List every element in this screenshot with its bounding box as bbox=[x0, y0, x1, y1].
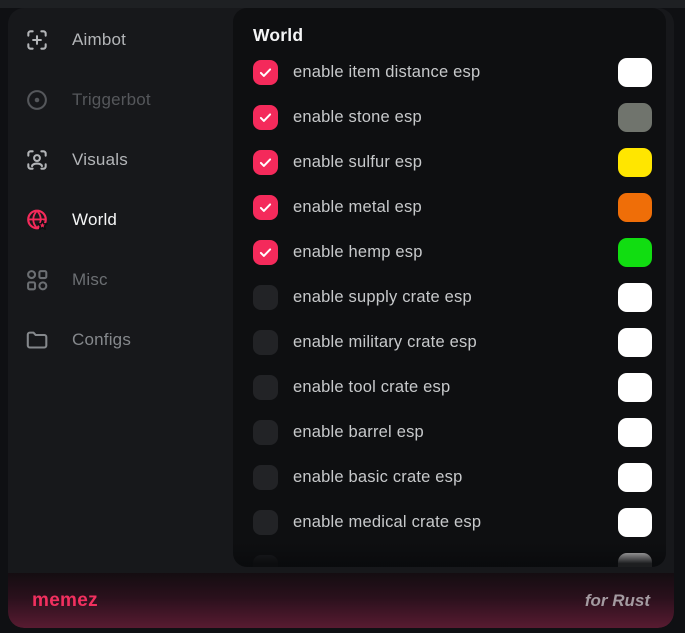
footer-bar: memez for Rust bbox=[8, 573, 674, 628]
sidebar-item-aimbot[interactable]: Aimbot bbox=[8, 10, 233, 70]
esp-label: enable medical crate esp bbox=[293, 513, 618, 532]
esp-checkbox[interactable] bbox=[253, 285, 278, 310]
esp-row: enable medical crate esp bbox=[253, 500, 652, 545]
esp-row: enable military crate esp bbox=[253, 320, 652, 365]
esp-checkbox[interactable] bbox=[253, 510, 278, 535]
esp-checkbox[interactable] bbox=[253, 60, 278, 85]
sidebar-item-world[interactable]: World bbox=[8, 190, 233, 250]
esp-checkbox[interactable] bbox=[253, 195, 278, 220]
esp-label: enable metal esp bbox=[293, 198, 618, 217]
misc-shapes-icon bbox=[24, 267, 50, 293]
color-swatch[interactable] bbox=[618, 508, 652, 537]
esp-label: enable stone esp bbox=[293, 108, 618, 127]
esp-row: enable hemp esp bbox=[253, 230, 652, 275]
screen-top-edge bbox=[0, 0, 685, 8]
sidebar-item-label: Aimbot bbox=[72, 30, 126, 50]
world-panel: World enable item distance esp enable sto… bbox=[233, 8, 666, 567]
esp-row: enable item distance esp bbox=[253, 50, 652, 95]
esp-row: enable sulfur esp bbox=[253, 140, 652, 185]
esp-checkbox[interactable] bbox=[253, 420, 278, 445]
esp-label: enable item distance esp bbox=[293, 63, 618, 82]
content-row: AimbotTriggerbotVisualsWorldMiscConfigs … bbox=[8, 8, 674, 567]
esp-label: enable hemp esp bbox=[293, 243, 618, 262]
esp-row: enable basic crate esp bbox=[253, 455, 652, 500]
color-swatch[interactable] bbox=[618, 103, 652, 132]
esp-label: enable tool crate esp bbox=[293, 378, 618, 397]
color-swatch[interactable] bbox=[618, 193, 652, 222]
esp-checkbox[interactable] bbox=[253, 330, 278, 355]
esp-row-list: enable item distance esp enable stone esp… bbox=[253, 50, 652, 567]
esp-row-partial bbox=[253, 545, 652, 567]
color-swatch[interactable] bbox=[618, 418, 652, 447]
color-swatch[interactable] bbox=[618, 463, 652, 492]
esp-checkbox[interactable] bbox=[253, 465, 278, 490]
color-swatch[interactable] bbox=[618, 58, 652, 87]
brand-name: memez bbox=[32, 590, 98, 612]
esp-checkbox[interactable] bbox=[253, 240, 278, 265]
esp-checkbox[interactable] bbox=[253, 150, 278, 175]
sidebar-item-visuals[interactable]: Visuals bbox=[8, 130, 233, 190]
esp-row: enable tool crate esp bbox=[253, 365, 652, 410]
color-swatch[interactable] bbox=[618, 373, 652, 402]
esp-label: enable basic crate esp bbox=[293, 468, 618, 487]
esp-row: enable stone esp bbox=[253, 95, 652, 140]
product-tagline: for Rust bbox=[585, 591, 650, 611]
sidebar-item-misc[interactable]: Misc bbox=[8, 250, 233, 310]
esp-label: enable barrel esp bbox=[293, 423, 618, 442]
sidebar-item-label: Visuals bbox=[72, 150, 128, 170]
sidebar: Aimbot Triggerbot Visuals World Misc Configs bbox=[8, 8, 233, 567]
color-swatch[interactable] bbox=[618, 148, 652, 177]
configs-folder-icon bbox=[24, 327, 50, 353]
sidebar-item-configs[interactable]: Configs bbox=[8, 310, 233, 370]
esp-label: enable military crate esp bbox=[293, 333, 618, 352]
color-swatch[interactable] bbox=[618, 238, 652, 267]
panel-title: World bbox=[253, 22, 652, 48]
esp-label: enable supply crate esp bbox=[293, 288, 618, 307]
esp-label: enable sulfur esp bbox=[293, 153, 618, 172]
esp-row: enable barrel esp bbox=[253, 410, 652, 455]
esp-checkbox[interactable] bbox=[253, 555, 278, 567]
sidebar-item-label: Triggerbot bbox=[72, 90, 151, 110]
world-globe-star-icon bbox=[24, 207, 50, 233]
sidebar-item-label: Misc bbox=[72, 270, 108, 290]
visuals-person-scan-icon bbox=[24, 147, 50, 173]
sidebar-item-label: Configs bbox=[72, 330, 131, 350]
color-swatch[interactable] bbox=[618, 328, 652, 357]
triggerbot-target-icon bbox=[24, 87, 50, 113]
color-swatch[interactable] bbox=[618, 553, 652, 567]
sidebar-item-label: World bbox=[72, 210, 117, 230]
esp-row: enable supply crate esp bbox=[253, 275, 652, 320]
sidebar-item-triggerbot[interactable]: Triggerbot bbox=[8, 70, 233, 130]
color-swatch[interactable] bbox=[618, 283, 652, 312]
esp-row: enable metal esp bbox=[253, 185, 652, 230]
aimbot-crosshair-icon bbox=[24, 27, 50, 53]
cheat-window: AimbotTriggerbotVisualsWorldMiscConfigs … bbox=[8, 8, 674, 628]
esp-checkbox[interactable] bbox=[253, 375, 278, 400]
esp-checkbox[interactable] bbox=[253, 105, 278, 130]
